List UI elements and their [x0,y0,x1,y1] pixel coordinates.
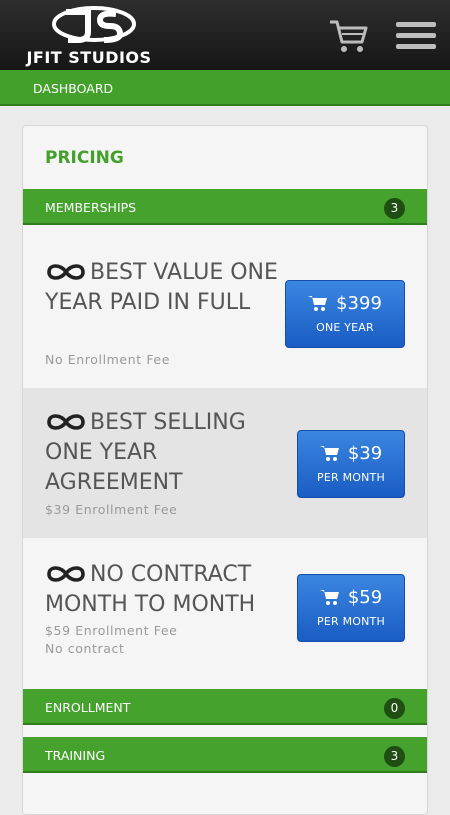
plan-note: No contract [45,641,125,656]
plan-name: BEST SELLING ONE YEAR AGREEMENT [45,410,246,495]
plan-note: $39 Enrollment Fee [45,502,178,517]
section-memberships[interactable]: MEMBERSHIPS 3 [23,189,427,225]
price-period: PER MONTH [317,471,385,484]
infinity-icon [47,264,85,280]
app-header: JFIT STUDIOS [0,0,450,70]
jfit-logo-mark [52,6,136,43]
select-plan-button[interactable]: $39 PER MONTH [297,430,405,498]
brand-logo[interactable]: JFIT STUDIOS [14,6,164,67]
infinity-icon [47,566,85,582]
menu-bar [396,44,436,49]
section-label: MEMBERSHIPS [45,200,137,215]
plan-item: BEST SELLING ONE YEAR AGREEMENT $39 Enro… [23,388,427,538]
breadcrumb-dashboard[interactable]: DASHBOARD [33,81,113,96]
count-badge: 3 [384,198,405,219]
cart-icon [319,590,339,605]
section-label: TRAINING [45,748,106,763]
price-label: $39 [298,443,404,464]
price-label: $399 [286,293,404,314]
plan-note: No Enrollment Fee [45,352,171,367]
count-badge: 0 [384,698,405,719]
hamburger-menu-icon [396,22,436,27]
count-badge: 3 [384,746,405,767]
price-label: $59 [298,587,404,608]
breadcrumb: DASHBOARD [0,70,450,106]
cart-icon [308,296,328,311]
brand-name: JFIT STUDIOS [26,48,152,67]
select-plan-button[interactable]: $399 ONE YEAR [285,280,405,348]
section-training[interactable]: TRAINING 3 [23,737,427,773]
cart-button[interactable] [328,18,370,54]
plan-item: NO CONTRACT MONTH TO MONTH $59 Enrollmen… [23,538,427,678]
price-period: ONE YEAR [316,321,374,334]
price-period: PER MONTH [317,615,385,628]
infinity-icon [47,414,85,430]
plan-item: BEST VALUE ONE YEAR PAID IN FULL No Enro… [23,238,427,388]
cart-icon [319,446,339,461]
plan-name: NO CONTRACT MONTH TO MONTH [45,562,256,617]
page-title: PRICING [45,148,124,168]
cart-icon [330,20,368,52]
select-plan-button[interactable]: $59 PER MONTH [297,574,405,642]
hamburger-menu-button[interactable] [396,22,436,50]
pricing-panel: PRICING MEMBERSHIPS 3 BEST VALUE ONE YEA… [22,125,428,815]
menu-bar [396,33,436,38]
plan-name: BEST VALUE ONE YEAR PAID IN FULL [45,260,278,315]
section-label: ENROLLMENT [45,700,131,715]
plan-note: $59 Enrollment Fee [45,623,178,638]
section-enrollment[interactable]: ENROLLMENT 0 [23,689,427,725]
